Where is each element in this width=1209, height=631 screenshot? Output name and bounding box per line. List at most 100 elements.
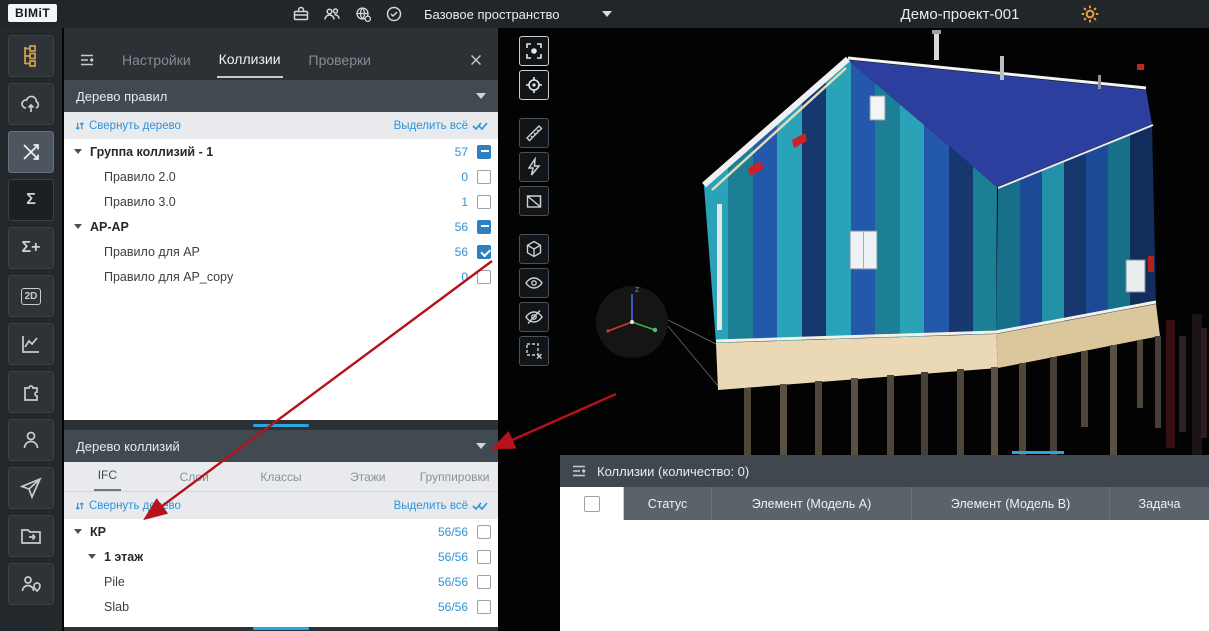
panel-splitter[interactable]	[64, 627, 498, 631]
row-checkbox[interactable]	[477, 220, 491, 234]
tree-row[interactable]: Правило 2.0 0	[64, 164, 498, 189]
hide-button[interactable]	[519, 302, 549, 332]
tree-row[interactable]: 1 этаж 56/56	[64, 544, 498, 569]
tab-collisions[interactable]: Коллизии	[217, 42, 283, 78]
collapse-tree-button[interactable]: Свернуть дерево	[74, 120, 181, 132]
rules-tree-toolbar: Свернуть дерево Выделить всё	[64, 112, 498, 139]
show-icon	[524, 273, 544, 293]
tab-checks[interactable]: Проверки	[307, 43, 373, 77]
tree-row[interactable]: Правило 3.0 1	[64, 189, 498, 214]
tree-row-label: Pile	[104, 575, 125, 589]
row-checkbox[interactable]	[477, 195, 491, 209]
cloud-upload-icon	[19, 92, 43, 116]
tab-ifc[interactable]: IFC	[64, 468, 151, 491]
row-checkbox[interactable]	[477, 575, 491, 589]
collision-count: 56/56	[434, 550, 468, 564]
panel-splitter[interactable]	[64, 420, 498, 430]
sidebar-item-sum[interactable]: Σ	[8, 179, 54, 221]
team-icon[interactable]	[323, 5, 341, 23]
expander-icon[interactable]	[88, 554, 104, 559]
sidebar-item-users[interactable]	[8, 419, 54, 461]
tree-row[interactable]: Правило для АР 56	[64, 239, 498, 264]
section-box-button[interactable]	[519, 186, 549, 216]
sidebar-item-user-location[interactable]	[8, 563, 54, 605]
collision-tree-title: Дерево коллизий	[76, 439, 180, 454]
column-status[interactable]: Статус	[624, 487, 712, 520]
sidebar-item-sum-plus[interactable]: Σ+	[8, 227, 54, 269]
collision-count: 56/56	[434, 600, 468, 614]
vent-pipe	[934, 32, 939, 60]
panel-resize-handle[interactable]	[253, 424, 309, 427]
tree-row[interactable]: Группа коллизий - 1 57	[64, 139, 498, 164]
sidebar-item-cloud-upload[interactable]	[8, 83, 54, 125]
navigation-gizmo[interactable]: Z	[596, 286, 718, 386]
collision-count: 56	[434, 220, 468, 234]
row-checkbox[interactable]	[477, 270, 491, 284]
toolbox-icon[interactable]	[292, 5, 310, 23]
select-all-button[interactable]: Выделить всё	[394, 500, 488, 512]
tree-row-label: Правило 3.0	[104, 195, 176, 209]
sidebar-item-collisions[interactable]	[8, 131, 54, 173]
row-checkbox[interactable]	[477, 170, 491, 184]
tab-settings[interactable]: Настройки	[120, 43, 193, 77]
network-globe-icon[interactable]	[354, 5, 372, 23]
tree-row[interactable]: Правило для АР_copy 0	[64, 264, 498, 289]
sidebar-item-export[interactable]	[8, 515, 54, 557]
tree-row[interactable]: Slab 56/56	[64, 594, 498, 619]
tab-floors[interactable]: Этажи	[324, 470, 411, 491]
locate-button[interactable]	[519, 70, 549, 100]
sidebar-item-plugins[interactable]	[8, 371, 54, 413]
focus-model-button[interactable]	[519, 36, 549, 66]
select-all-checkbox[interactable]	[584, 496, 600, 512]
expander-icon[interactable]	[74, 224, 90, 229]
tasks-check-icon[interactable]	[385, 5, 403, 23]
settings-gear-icon[interactable]	[1080, 4, 1100, 24]
panel-resize-handle[interactable]	[253, 627, 309, 630]
collision-tree-header[interactable]: Дерево коллизий	[64, 430, 498, 462]
column-element-b[interactable]: Элемент (Модель B)	[912, 487, 1110, 520]
tree-row-label: Правило для АР	[104, 245, 200, 259]
tree-row[interactable]: КР 56/56	[64, 519, 498, 544]
column-task[interactable]: Задача	[1110, 487, 1209, 520]
tab-classes[interactable]: Классы	[238, 470, 325, 491]
select-all-button[interactable]: Выделить всё	[394, 120, 488, 132]
tree-row-label: АР-АР	[90, 220, 129, 234]
expander-icon[interactable]	[74, 529, 90, 534]
panel-menu-icon[interactable]	[78, 51, 96, 69]
collision-count: 56/56	[434, 525, 468, 539]
show-button[interactable]	[519, 268, 549, 298]
collisions-table-body	[560, 520, 1209, 631]
column-element-a[interactable]: Элемент (Модель A)	[712, 487, 912, 520]
tree-row[interactable]: АР-АР 56	[64, 214, 498, 239]
close-icon[interactable]	[468, 52, 484, 68]
tab-layers[interactable]: Слои	[151, 470, 238, 491]
rules-tree-header[interactable]: Дерево правил	[64, 80, 498, 112]
measure-button[interactable]	[519, 118, 549, 148]
chevron-down-icon	[476, 443, 486, 449]
tab-groupings[interactable]: Группировки	[411, 470, 498, 491]
viewport-scroll-indicator[interactable]	[1012, 451, 1064, 454]
view-cube-button[interactable]	[519, 234, 549, 264]
row-checkbox[interactable]	[477, 525, 491, 539]
collision-count: 1	[434, 195, 468, 209]
project-title: Демо-проект-001	[860, 0, 1060, 28]
expander-icon[interactable]	[74, 149, 90, 154]
tree-row[interactable]: Pile 56/56	[64, 569, 498, 594]
sidebar-item-charts[interactable]	[8, 323, 54, 365]
isolate-button[interactable]	[519, 336, 549, 366]
sidebar-item-2d[interactable]: 2D	[8, 275, 54, 317]
sidebar-item-model-tree[interactable]	[8, 35, 54, 77]
clash-check-button[interactable]	[519, 152, 549, 182]
row-checkbox[interactable]	[477, 600, 491, 614]
measure-icon	[524, 123, 544, 143]
tree-row-label: Slab	[104, 600, 129, 614]
workspace-selector[interactable]: Базовое пространство	[424, 0, 612, 28]
row-checkbox[interactable]	[477, 245, 491, 259]
collapse-tree-button[interactable]: Свернуть дерево	[74, 500, 181, 512]
collision-count: 56/56	[434, 575, 468, 589]
row-checkbox[interactable]	[477, 550, 491, 564]
collision-count: 56	[434, 245, 468, 259]
panel-menu-icon[interactable]	[570, 462, 588, 480]
sidebar-item-share[interactable]	[8, 467, 54, 509]
row-checkbox[interactable]	[477, 145, 491, 159]
